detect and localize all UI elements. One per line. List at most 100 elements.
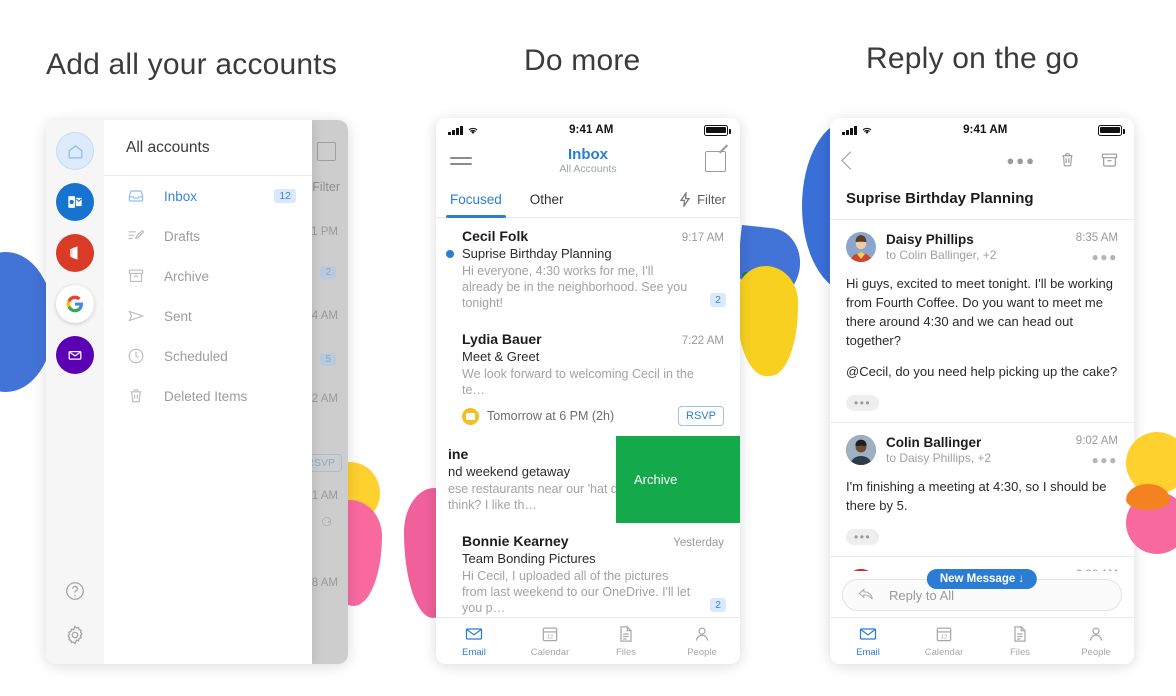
drafts-icon — [126, 226, 146, 246]
rsvp-button[interactable]: RSVP — [678, 406, 724, 426]
conversation-navbar: ●●● — [830, 140, 1134, 180]
signal-icon — [448, 125, 463, 135]
dimmed-time-5: 8 AM — [311, 577, 338, 589]
tab-label-email: Email — [462, 647, 486, 658]
help-icon[interactable] — [64, 580, 86, 602]
row-header: Cecil Folk 9:17 AM — [462, 228, 724, 244]
tab-calendar[interactable]: 12 Calendar — [906, 618, 982, 664]
folder-label-drafts: Drafts — [164, 228, 201, 244]
account-google-icon[interactable] — [56, 285, 94, 323]
tab-people[interactable]: People — [664, 618, 740, 664]
tab-focused[interactable]: Focused — [446, 182, 506, 218]
tab-files[interactable]: Files — [982, 618, 1058, 664]
folder-count-inbox: 12 — [274, 189, 296, 203]
phone-mockup-conversation: 9:41 AM ●●● Suprise Birthday Planning Da… — [830, 118, 1134, 664]
tab-calendar[interactable]: 12 Calendar — [512, 618, 588, 664]
archive-icon — [126, 266, 146, 286]
conversation-subject: Suprise Birthday Planning — [830, 180, 1134, 220]
navbar-title: Inbox — [568, 145, 608, 163]
tab-email[interactable]: Email — [830, 618, 906, 664]
message-body: Hi guys, excited to meet tonight. I'll b… — [846, 274, 1118, 412]
message-time: 9:02 AM — [1075, 435, 1118, 447]
email-icon — [859, 628, 877, 640]
more-icon[interactable]: ●●● — [1006, 153, 1036, 168]
people-icon — [1089, 627, 1103, 641]
deleted-icon — [126, 386, 146, 406]
sent-icon — [126, 306, 146, 326]
avatar — [846, 232, 876, 262]
bottom-tabbar-panel2: Email 12 Calendar Files People — [436, 617, 740, 664]
tab-other[interactable]: Other — [530, 182, 564, 218]
tab-label-people: People — [1081, 647, 1111, 658]
folder-item-archive[interactable]: Archive — [104, 256, 312, 296]
tab-label-files: Files — [1009, 647, 1031, 658]
wifi-icon — [468, 127, 477, 134]
list-item[interactable]: Lydia Bauer 7:22 AM Meet & Greet We look… — [436, 321, 740, 436]
files-icon — [1014, 626, 1026, 642]
page-title-panel1: Add all your accounts — [46, 48, 338, 81]
tab-files[interactable]: Files — [588, 618, 664, 664]
decorative-blob-green-mid — [742, 272, 770, 294]
status-bar-panel2: 9:41 AM — [436, 118, 740, 140]
decorative-blob-blue-mid — [734, 224, 804, 304]
folder-list: All accounts Inbox 12 Drafts Archive Sen… — [104, 120, 312, 664]
swipe-archive-action[interactable]: Archive — [616, 436, 740, 523]
bottom-tabbar-panel3: Email 12 Calendar Files People — [830, 617, 1134, 664]
folder-item-drafts[interactable]: Drafts — [104, 216, 312, 256]
tab-email[interactable]: Email — [436, 618, 512, 664]
list-item-swiped[interactable]: ine Yesterday nd weekend getaway ese res… — [436, 436, 740, 523]
tab-label-email: Email — [856, 647, 880, 658]
archive-icon[interactable] — [1099, 150, 1120, 170]
folder-item-deleted[interactable]: Deleted Items — [104, 376, 312, 416]
list-item[interactable]: Bonnie Kearney Yesterday Team Bonding Pi… — [436, 523, 740, 617]
folder-item-sent[interactable]: Sent — [104, 296, 312, 336]
row-header: Lydia Bauer 7:22 AM — [462, 331, 724, 347]
message-time: 9:17 AM — [681, 232, 724, 244]
people-icon — [695, 627, 709, 641]
back-icon[interactable] — [841, 150, 860, 170]
message-body: I'm finishing a meeting at 4:30, so I sh… — [846, 477, 1118, 546]
folder-item-inbox[interactable]: Inbox 12 — [104, 176, 312, 216]
signal-icon — [842, 125, 857, 135]
message-more-icon[interactable]: ●●● — [1076, 453, 1118, 467]
compose-icon[interactable] — [705, 150, 726, 172]
tab-label-files: Files — [615, 647, 637, 658]
dimmed-filter-label: Filter — [312, 180, 340, 194]
conversation-actions: ●●● — [1006, 150, 1120, 170]
attachment-count-badge: 2 — [710, 293, 726, 307]
expand-quoted-text-button[interactable]: ••• — [846, 395, 880, 411]
rsvp-row: Tomorrow at 6 PM (2h) RSVP — [462, 406, 724, 426]
new-message-pill[interactable]: New Message ↓ — [926, 569, 1038, 589]
status-time-panel2: 9:41 AM — [569, 124, 614, 136]
list-item[interactable]: Cecil Folk 9:17 AM Suprise Birthday Plan… — [436, 218, 740, 321]
tab-label-calendar: Calendar — [530, 647, 570, 658]
dimmed-badge-1: 2 — [320, 266, 336, 279]
scheduled-icon — [126, 346, 146, 366]
message-meta: 9:02 AM ●●● — [1076, 435, 1118, 467]
dimmed-time-1: 1 PM — [311, 226, 338, 238]
settings-icon[interactable] — [64, 624, 86, 646]
folder-item-scheduled[interactable]: Scheduled — [104, 336, 312, 376]
message-item[interactable]: Daisy Phillips to Colin Ballinger, +2 8:… — [830, 220, 1134, 423]
status-time-panel3: 9:41 AM — [963, 124, 1008, 136]
account-office-icon[interactable] — [56, 234, 94, 272]
trash-icon[interactable] — [1058, 150, 1077, 170]
sender-name: Lydia Bauer — [462, 331, 542, 347]
message-more-icon[interactable]: ●●● — [1076, 250, 1118, 264]
message-item[interactable]: Colin Ballinger to Daisy Phillips, +2 9:… — [830, 423, 1134, 557]
battery-icon — [1098, 124, 1125, 136]
expand-quoted-text-button[interactable]: ••• — [846, 529, 880, 545]
account-yahoo-icon[interactable] — [56, 336, 94, 374]
reply-placeholder: Reply to All — [889, 587, 955, 603]
account-home-icon[interactable] — [56, 132, 94, 170]
filter-button[interactable]: Filter — [679, 192, 726, 207]
account-outlook-icon[interactable] — [56, 183, 94, 221]
navbar-title-group: Inbox All Accounts — [436, 145, 740, 176]
calendar-icon: 12 — [936, 627, 952, 642]
tab-people[interactable]: People — [1058, 618, 1134, 664]
message-list[interactable]: Cecil Folk 9:17 AM Suprise Birthday Plan… — [436, 218, 740, 617]
message-subject: Suprise Birthday Planning — [462, 246, 612, 261]
message-recipients: to Colin Ballinger, +2 — [886, 248, 997, 262]
message-preview: Hi everyone, 4:30 works for me, I'll alr… — [462, 264, 688, 310]
message-subject: Team Bonding Pictures — [462, 551, 596, 566]
